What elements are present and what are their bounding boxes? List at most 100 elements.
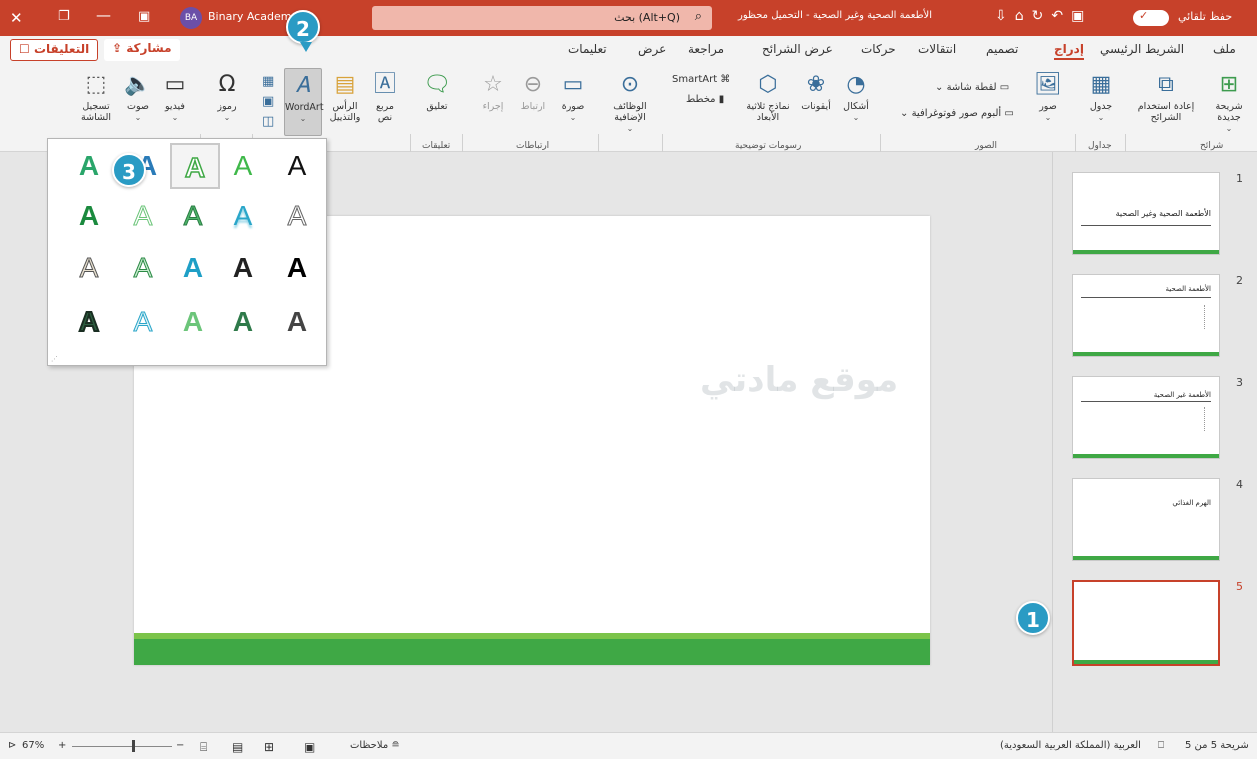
close-icon[interactable]: ✕ [10, 9, 23, 27]
comments-button[interactable]: ☐ التعليقات [10, 39, 99, 61]
action-button[interactable]: ☆ إجراء [476, 72, 510, 112]
textbox-button[interactable]: 🄰 مربع نص [368, 72, 402, 123]
group-label-tables: جداول [1088, 141, 1112, 151]
autosave-toggle[interactable] [1133, 9, 1169, 26]
sorter-view-icon[interactable]: ⊞ [264, 740, 274, 754]
tab-transitions[interactable]: انتقالات [918, 42, 956, 56]
wordart-style[interactable]: A [272, 299, 322, 345]
tab-view[interactable]: عرض [638, 42, 666, 56]
wordart-style[interactable]: A [64, 299, 114, 345]
screen-recording-button[interactable]: ⬚ تسجيل الشاشة [72, 72, 120, 123]
notes-button[interactable]: ملاحظات ≘ [350, 740, 400, 751]
shapes-button[interactable]: ◔ أشكال ⌄ [838, 72, 874, 123]
wordart-style[interactable]: A [272, 245, 322, 291]
comment-icon: 🗨 [423, 72, 451, 97]
tab-home[interactable]: الشريط الرئيسي [1100, 42, 1184, 56]
restore-icon[interactable]: ❐ [58, 9, 70, 24]
wordart-style[interactable]: A [168, 299, 218, 345]
wordart-style-selected[interactable]: A [170, 143, 220, 189]
tab-slideshow[interactable]: عرض الشرائح [762, 42, 833, 56]
object-icon[interactable]: ◫ [262, 114, 274, 129]
wordart-style[interactable]: A [272, 143, 322, 189]
video-button[interactable]: ▭ فيديو ⌄ [156, 72, 194, 123]
shapes-icon: ◔ [846, 72, 866, 97]
new-slide-button[interactable]: ⊞ شريحة جديدة ⌄ [1205, 72, 1253, 134]
wordart-style[interactable]: A [168, 193, 218, 239]
tab-review[interactable]: مراجعة [688, 42, 724, 56]
3d-models-button[interactable]: ⬡ نماذج ثلاثية الأبعاد [740, 72, 796, 123]
thumb-number: 1 [1236, 172, 1243, 185]
wordart-style[interactable]: A [64, 143, 114, 189]
wordart-style[interactable]: A [272, 193, 322, 239]
reuse-slides-button[interactable]: ⧉ إعادة استخدام الشرائح [1130, 72, 1202, 123]
image-icon: ▭ [562, 72, 584, 97]
slide-thumbnail-2[interactable]: الأطعمة الصحية [1072, 274, 1220, 357]
smartart-button[interactable]: SmartArt ⌘ [672, 74, 730, 85]
avatar[interactable]: BA [180, 7, 202, 29]
accessibility-icon[interactable]: ⎕ [1158, 740, 1164, 751]
slide-thumbnail-3[interactable]: الأطعمة غير الصحية [1072, 376, 1220, 459]
ribbon-display-icon[interactable]: ▣ [138, 9, 150, 24]
slide-thumbnail-4[interactable]: الهرم الغذائي [1072, 478, 1220, 561]
wordart-style[interactable]: A [118, 245, 168, 291]
resize-grip-icon[interactable]: ⋰ [51, 355, 58, 363]
group-label-slides: شرائح [1200, 141, 1224, 151]
minimize-icon[interactable]: — [96, 6, 111, 24]
header-footer-button[interactable]: ▤ الرأس والتذييل [324, 72, 366, 123]
audio-button[interactable]: 🔈 صوت ⌄ [120, 72, 156, 123]
zoom-level[interactable]: 67% [22, 740, 44, 751]
photo-album-button[interactable]: ⌄ ألبوم صور فوتوغرافية ▭ [900, 108, 1014, 119]
share-button[interactable]: ⇪ مشاركة [104, 39, 180, 61]
wordart-style[interactable]: A [168, 245, 218, 291]
tab-animations[interactable]: حركات [861, 42, 896, 56]
quick-access-icons[interactable]: ⇩⌂↻↶▣ [995, 8, 1092, 24]
chart-button[interactable]: مخطط ▮ [686, 94, 724, 105]
zoom-slider-thumb[interactable] [132, 740, 135, 752]
date-time-icon[interactable]: ▦ [262, 74, 274, 89]
tab-help[interactable]: تعليمات [568, 42, 607, 56]
zoom-slider[interactable] [72, 746, 172, 747]
wordart-style[interactable]: A [118, 193, 168, 239]
wordart-style[interactable]: A [218, 299, 268, 345]
symbols-button[interactable]: Ω رموز ⌄ [208, 72, 246, 123]
screenshot-button[interactable]: ⌄ لقطة شاشة ▭ [935, 82, 1009, 93]
slideshow-view-icon[interactable]: ⌸ [200, 740, 207, 755]
group-label-comments: تعليقات [422, 141, 451, 151]
normal-view-icon[interactable]: ▣ [304, 740, 315, 754]
comment-button[interactable]: 🗨 تعليق [420, 72, 454, 112]
new-slide-icon: ⊞ [1219, 72, 1239, 97]
tab-design[interactable]: تصميم [986, 42, 1018, 56]
thumb-number: 3 [1236, 376, 1243, 389]
group-label-links: ارتباطات [516, 141, 550, 151]
title-bar: ✕ ❐ — ▣ BA Binary Academ بحث (Alt+Q) ⌕ ا… [0, 0, 1257, 36]
zoom-out-icon[interactable]: − [176, 740, 184, 751]
image-link-button[interactable]: ▭ صورة ⌄ [556, 72, 590, 123]
addins-button[interactable]: ⊙ الوظائف الإضافية ⌄ [602, 72, 658, 134]
reading-view-icon[interactable]: ▤ [232, 740, 243, 754]
icons-button[interactable]: ❀ أيقونات [796, 72, 836, 112]
document-title[interactable]: الأطعمة الصحية وغير الصحية - التحميل محظ… [738, 10, 932, 21]
cube-icon: ⬡ [758, 72, 778, 97]
language-indicator[interactable]: العربية (المملكة العربية السعودية) [1000, 740, 1141, 751]
thumb-number: 5 [1236, 580, 1243, 593]
wordart-style[interactable]: A [64, 245, 114, 291]
wordart-style[interactable]: A [118, 299, 168, 345]
slide-number-icon[interactable]: ▣ [262, 94, 274, 109]
link-button[interactable]: ⊖ ارتباط [516, 72, 550, 112]
wordart-button[interactable]: 𝐴 WordArt ⌄ [284, 68, 324, 136]
wordart-style[interactable]: A [218, 193, 268, 239]
tab-file[interactable]: ملف [1213, 42, 1236, 56]
search-box[interactable]: بحث (Alt+Q) ⌕ [372, 6, 712, 30]
wordart-style[interactable]: A [64, 193, 114, 239]
zoom-in-icon[interactable]: + [58, 740, 66, 751]
wordart-style[interactable]: A [218, 143, 268, 189]
wordart-style[interactable]: A [218, 245, 268, 291]
wordart-icon: 𝐴 [295, 73, 311, 98]
pictures-button[interactable]: 🖼 صور ⌄ [1028, 72, 1068, 123]
slide-footer-band [134, 633, 930, 665]
table-button[interactable]: ▦ جدول ⌄ [1082, 72, 1120, 123]
slide-thumbnail-5[interactable] [1072, 580, 1220, 666]
slide-thumbnail-1[interactable]: الأطعمة الصحية وغير الصحية [1072, 172, 1220, 255]
tab-insert[interactable]: إدراج [1054, 42, 1084, 60]
fit-icon[interactable]: ⊳ [8, 740, 16, 751]
